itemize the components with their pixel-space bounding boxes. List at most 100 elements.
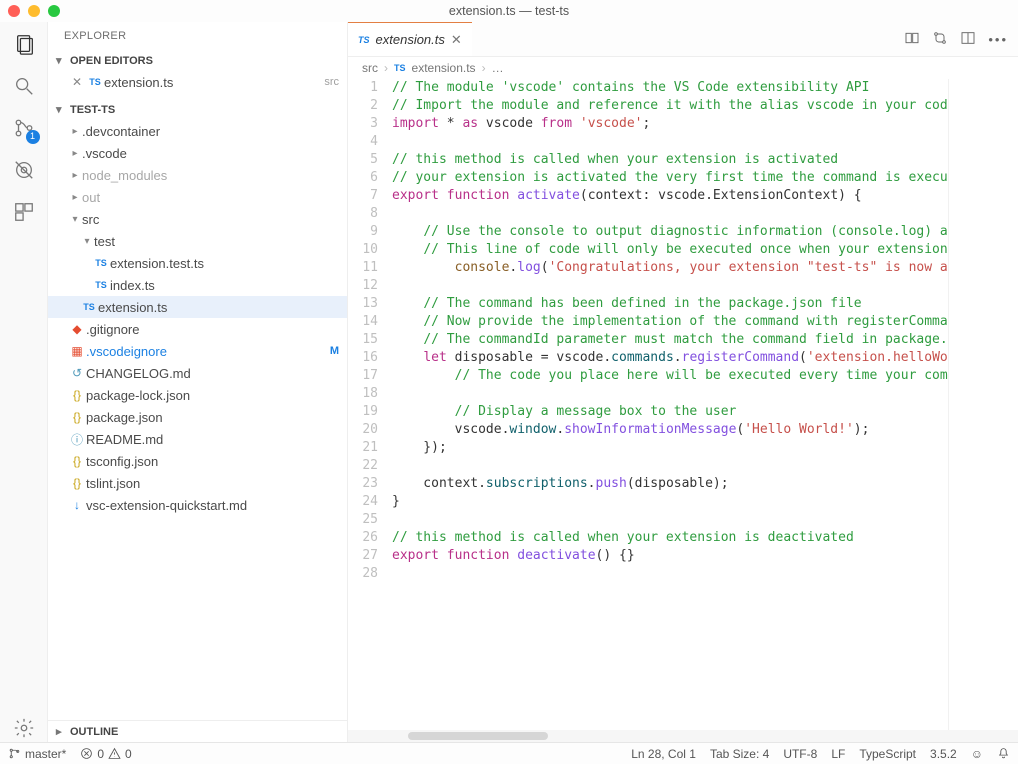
minimize-window-icon[interactable] bbox=[28, 5, 40, 17]
markdown-file-icon: ↓ bbox=[68, 498, 86, 512]
file-tsconfig[interactable]: {} tsconfig.json bbox=[48, 450, 347, 472]
window-controls bbox=[8, 5, 60, 17]
text-editor[interactable]: 1234567891011121314151617181920212223242… bbox=[348, 79, 1018, 730]
file-index-ts[interactable]: TS index.ts bbox=[48, 274, 347, 296]
line-number-gutter: 1234567891011121314151617181920212223242… bbox=[348, 79, 392, 730]
chevron-right-icon: ▸ bbox=[68, 192, 82, 203]
horizontal-scrollbar[interactable] bbox=[348, 730, 1018, 742]
search-activity-icon[interactable] bbox=[10, 72, 38, 100]
more-actions-icon[interactable]: ••• bbox=[988, 32, 1008, 47]
outline-section[interactable]: ▸ OUTLINE bbox=[48, 720, 347, 742]
file-changelog[interactable]: ↺ CHANGELOG.md bbox=[48, 362, 347, 384]
workspace-section[interactable]: ▾ TEST-TS bbox=[48, 99, 347, 120]
file-package[interactable]: {} package.json bbox=[48, 406, 347, 428]
info-file-icon: ⓘ bbox=[68, 431, 86, 448]
scrollbar-thumb[interactable] bbox=[408, 732, 548, 740]
git-branch-status[interactable]: master* bbox=[8, 747, 66, 761]
folder-test[interactable]: ▾ test bbox=[48, 230, 347, 252]
compare-changes-icon[interactable] bbox=[904, 30, 920, 49]
chevron-right-icon: ▸ bbox=[68, 126, 82, 137]
breadcrumb[interactable]: src › TS extension.ts › … bbox=[348, 57, 1018, 79]
ts-file-icon: TS bbox=[394, 63, 406, 73]
folder-devcontainer[interactable]: ▸ .devcontainer bbox=[48, 120, 347, 142]
ts-file-icon: TS bbox=[80, 302, 98, 312]
json-file-icon: {} bbox=[68, 454, 86, 468]
json-file-icon: {} bbox=[68, 476, 86, 490]
open-editor-name: extension.ts bbox=[104, 75, 320, 90]
debug-activity-icon[interactable] bbox=[10, 156, 38, 184]
open-editor-desc: src bbox=[324, 76, 339, 88]
git-icon: ◆ bbox=[68, 322, 86, 336]
extensions-activity-icon[interactable] bbox=[10, 198, 38, 226]
error-count: 0 bbox=[97, 747, 104, 761]
chevron-down-icon: ▾ bbox=[56, 103, 66, 116]
window-title: extension.ts — test-ts bbox=[0, 4, 1018, 18]
chevron-right-icon: › bbox=[384, 61, 388, 75]
status-bar: master* 0 0 Ln 28, Col 1 Tab Size: 4 UTF… bbox=[0, 742, 1018, 764]
file-tslint[interactable]: {} tslint.json bbox=[48, 472, 347, 494]
cursor-position-status[interactable]: Ln 28, Col 1 bbox=[631, 747, 696, 761]
minimap[interactable] bbox=[948, 79, 1018, 730]
file-readme[interactable]: ⓘ README.md bbox=[48, 428, 347, 450]
problems-status[interactable]: 0 0 bbox=[80, 747, 131, 761]
file-quickstart[interactable]: ↓ vsc-extension-quickstart.md bbox=[48, 494, 347, 516]
ignore-file-icon: ▦ bbox=[68, 344, 86, 358]
folder-node-modules[interactable]: ▸ node_modules bbox=[48, 164, 347, 186]
eol-status[interactable]: LF bbox=[831, 747, 845, 761]
folder-out[interactable]: ▸ out bbox=[48, 186, 347, 208]
ts-file-icon: TS bbox=[92, 280, 110, 290]
close-icon[interactable]: ✕ bbox=[68, 75, 86, 89]
language-mode-status[interactable]: TypeScript bbox=[859, 747, 916, 761]
editor-tabs: TS extension.ts ✕ ••• bbox=[348, 22, 1018, 57]
close-tab-icon[interactable]: ✕ bbox=[451, 32, 462, 48]
open-editors-label: OPEN EDITORS bbox=[70, 55, 153, 67]
breadcrumb-segment[interactable]: src bbox=[362, 61, 378, 75]
ts-file-icon: TS bbox=[92, 258, 110, 268]
workbench: 1 EXPLORER ▾ OPEN EDITORS ✕ TS extension… bbox=[0, 22, 1018, 742]
ts-file-icon: TS bbox=[358, 35, 370, 45]
breadcrumb-segment[interactable]: extension.ts bbox=[412, 61, 476, 75]
chevron-down-icon: ▾ bbox=[56, 54, 66, 67]
chevron-right-icon: ▸ bbox=[68, 148, 82, 159]
folder-vscode[interactable]: ▸ .vscode bbox=[48, 142, 347, 164]
ts-file-icon: TS bbox=[86, 77, 104, 87]
open-editor-item[interactable]: ✕ TS extension.ts src bbox=[48, 71, 347, 93]
explorer-activity-icon[interactable] bbox=[10, 30, 38, 58]
file-vscodeignore[interactable]: ▦ .vscodeignore M bbox=[48, 340, 347, 362]
folder-src[interactable]: ▾ src bbox=[48, 208, 347, 230]
encoding-status[interactable]: UTF-8 bbox=[783, 747, 817, 761]
warning-count: 0 bbox=[125, 747, 132, 761]
editor-actions: ••• bbox=[904, 22, 1018, 56]
git-compare-icon[interactable] bbox=[932, 30, 948, 49]
close-window-icon[interactable] bbox=[8, 5, 20, 17]
open-editors-list: ✕ TS extension.ts src bbox=[48, 71, 347, 99]
notifications-bell-icon[interactable] bbox=[997, 747, 1010, 760]
file-tree: ▸ .devcontainer ▸ .vscode ▸ node_modules… bbox=[48, 120, 347, 522]
chevron-down-icon: ▾ bbox=[80, 236, 94, 247]
split-editor-icon[interactable] bbox=[960, 30, 976, 49]
code-content[interactable]: // The module 'vscode' contains the VS C… bbox=[392, 79, 948, 730]
indentation-status[interactable]: Tab Size: 4 bbox=[710, 747, 769, 761]
chevron-down-icon: ▾ bbox=[68, 214, 82, 225]
breadcrumb-segment[interactable]: … bbox=[492, 61, 504, 75]
chevron-right-icon: ▸ bbox=[68, 170, 82, 181]
feedback-smiley-icon[interactable]: ☺ bbox=[971, 747, 983, 761]
scm-activity-icon[interactable]: 1 bbox=[10, 114, 38, 142]
file-gitignore[interactable]: ◆ .gitignore bbox=[48, 318, 347, 340]
title-bar: extension.ts — test-ts bbox=[0, 0, 1018, 22]
outline-label: OUTLINE bbox=[70, 726, 118, 738]
tab-extension-ts[interactable]: TS extension.ts ✕ bbox=[348, 22, 472, 56]
tab-label: extension.ts bbox=[376, 32, 445, 47]
file-extension-test[interactable]: TS extension.test.ts bbox=[48, 252, 347, 274]
zoom-window-icon[interactable] bbox=[48, 5, 60, 17]
activity-bar: 1 bbox=[0, 22, 48, 742]
sidebar-title: EXPLORER bbox=[48, 22, 347, 50]
workspace-label: TEST-TS bbox=[70, 104, 115, 116]
history-file-icon: ↺ bbox=[68, 366, 86, 380]
file-package-lock[interactable]: {} package-lock.json bbox=[48, 384, 347, 406]
file-extension-ts[interactable]: TS extension.ts bbox=[48, 296, 347, 318]
typescript-version-status[interactable]: 3.5.2 bbox=[930, 747, 957, 761]
settings-gear-icon[interactable] bbox=[10, 714, 38, 742]
modified-badge: M bbox=[330, 345, 339, 357]
open-editors-section[interactable]: ▾ OPEN EDITORS bbox=[48, 50, 347, 71]
